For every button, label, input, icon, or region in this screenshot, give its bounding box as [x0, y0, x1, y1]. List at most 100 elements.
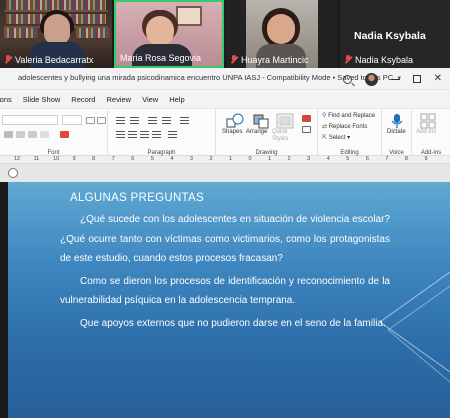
slide-heading: ALGUNAS PREGUNTAS — [70, 192, 204, 204]
tab-animations[interactable]: ions — [0, 95, 12, 104]
shapes-icon[interactable] — [226, 113, 244, 129]
align-left-icon[interactable] — [116, 131, 125, 138]
drawing-group: Shapes Arrange Quick Styles Drawing — [216, 109, 318, 157]
ruler-tick-label: 1 — [229, 156, 233, 162]
addins-button[interactable]: Add-ins — [416, 129, 436, 135]
arrange-icon[interactable] — [252, 113, 270, 129]
ruler-tick-label: 4 — [326, 156, 330, 162]
participant-tile[interactable]: Valeria Bedacarratx — [0, 0, 112, 68]
shrink-font-button[interactable] — [97, 117, 106, 124]
chevron-down-icon: ▾ — [347, 135, 351, 141]
addins-icon[interactable] — [420, 113, 438, 129]
participant-tile[interactable]: Huayra Martincic — [226, 0, 338, 68]
tab-view[interactable]: View — [142, 95, 158, 104]
dictate-button[interactable]: Dictate — [387, 129, 406, 135]
mic-muted-icon — [230, 55, 238, 64]
select-icon: ⇱ — [322, 135, 328, 141]
mic-muted-icon — [344, 55, 352, 64]
tab-slide-show[interactable]: Slide Show — [23, 95, 61, 104]
find-icon: ⚲ — [322, 113, 327, 119]
title-bar: adolescentes y bullying una mirada psico… — [0, 68, 450, 90]
participant-tile-active[interactable]: Maria Rosa Segovia — [114, 0, 224, 68]
mic-muted-icon — [4, 55, 12, 64]
shape-outline-icon[interactable] — [302, 126, 311, 133]
close-icon[interactable]: ✕ — [434, 74, 442, 84]
quick-styles-button[interactable]: Quick Styles — [272, 129, 304, 143]
slide-paragraph: Como se dieron los procesos de identific… — [60, 275, 390, 307]
participant-video — [267, 14, 295, 44]
maximize-icon[interactable] — [412, 75, 421, 83]
ruler-tick-label: 8 — [404, 156, 408, 162]
accessibility-icon[interactable] — [8, 168, 18, 178]
ruler-tick-label: 6 — [131, 156, 135, 162]
ruler-tick-label: 4 — [170, 156, 174, 162]
arrange-button[interactable]: Arrange — [246, 129, 267, 135]
ruler-tick-label: 10 — [53, 156, 60, 162]
participant-name: Maria Rosa Segovia — [120, 53, 202, 63]
bullets-icon[interactable] — [116, 117, 125, 124]
account-avatar[interactable] — [364, 72, 378, 86]
ruler-tick-label: 1 — [268, 156, 272, 162]
select-button[interactable]: ⇱ Select ▾ — [322, 134, 350, 141]
video-strip: Valeria Bedacarratx Maria Rosa Segovia H… — [0, 0, 450, 68]
tab-record[interactable]: Record — [71, 95, 95, 104]
columns-icon[interactable] — [168, 131, 177, 138]
find-replace-button[interactable]: ⚲ Find and Replace — [322, 112, 375, 119]
ruler-tick-label: 2 — [287, 156, 291, 162]
minimize-icon[interactable] — [390, 78, 400, 80]
font-name-box[interactable] — [2, 115, 58, 125]
tab-review[interactable]: Review — [106, 95, 131, 104]
ruler-tick-label: 3 — [189, 156, 193, 162]
line-spacing-icon[interactable] — [180, 117, 189, 124]
participant-name: Huayra Martincic — [230, 55, 309, 65]
ruler-tick-label: 0 — [248, 156, 252, 162]
horizontal-ruler[interactable]: 12 11 10 9 8 7 6 5 4 3 2 1 0 1 2 3 4 5 6 7 8 9 — [0, 156, 450, 164]
shapes-button[interactable]: Shapes — [222, 129, 242, 135]
ribbon-tabs: ions Slide Show Record Review View Help — [0, 90, 450, 108]
font-size-box[interactable] — [62, 115, 82, 125]
ruler-tick-label: 5 — [346, 156, 350, 162]
tab-help[interactable]: Help — [169, 95, 184, 104]
slide-canvas[interactable]: ALGUNAS PREGUNTAS ¿Qué sucede con los ad… — [8, 182, 450, 418]
grow-font-button[interactable] — [86, 117, 95, 124]
ruler-tick-label: 8 — [92, 156, 96, 162]
bold-button[interactable] — [4, 131, 13, 138]
participant-name: Nadia Ksybala — [344, 55, 413, 65]
decrease-indent-icon[interactable] — [148, 117, 157, 124]
voice-group: Dictate Voice — [382, 109, 412, 157]
participant-name: Valeria Bedacarratx — [4, 55, 93, 65]
italic-button[interactable] — [16, 131, 25, 138]
ruler-numbers: 12 11 10 9 8 7 6 5 4 3 2 1 0 1 2 3 4 5 6 7 8 9 — [0, 156, 450, 164]
justify-icon[interactable] — [152, 131, 161, 138]
ribbon: Font Paragraph Shapes Arrange Quick Styl… — [0, 108, 450, 157]
replace-icon: ⇄ — [322, 124, 328, 130]
ruler-tick-label: 3 — [307, 156, 311, 162]
ruler-tick-label: 7 — [385, 156, 389, 162]
slide-text-box[interactable]: ALGUNAS PREGUNTAS ¿Qué sucede con los ad… — [60, 192, 390, 336]
ruler-tick-label: 7 — [111, 156, 115, 162]
ruler-tick-label: 9 — [72, 156, 76, 162]
slide-paragraph: ¿Qué sucede con los adolescentes en situ… — [60, 214, 390, 264]
slide-paragraph: Que apoyos externos que no pudieron dars… — [80, 317, 386, 329]
wall-picture — [176, 6, 202, 26]
replace-fonts-button[interactable]: ⇄ Replace Fonts — [322, 123, 367, 130]
participant-video — [44, 14, 70, 44]
align-right-icon[interactable] — [140, 131, 149, 138]
quick-styles-icon[interactable] — [276, 113, 294, 129]
participant-tile[interactable]: Nadia Ksybala Nadia Ksybala — [340, 0, 450, 68]
microphone-icon[interactable] — [389, 113, 407, 129]
numbering-icon[interactable] — [130, 117, 139, 124]
addins-group: Add-ins Add-ins — [412, 109, 450, 157]
strike-button[interactable] — [40, 131, 49, 138]
participant-video — [146, 16, 174, 46]
increase-indent-icon[interactable] — [162, 117, 171, 124]
paragraph-group: Paragraph — [108, 109, 216, 157]
underline-button[interactable] — [28, 131, 37, 138]
align-center-icon[interactable] — [128, 131, 137, 138]
search-icon[interactable] — [342, 74, 352, 84]
font-color-button[interactable] — [60, 131, 69, 138]
ruler-tick-label: 9 — [424, 156, 428, 162]
shape-fill-icon[interactable] — [302, 115, 311, 122]
ruler-tick-label: 6 — [365, 156, 369, 162]
participant-display-name: Nadia Ksybala — [354, 30, 426, 42]
